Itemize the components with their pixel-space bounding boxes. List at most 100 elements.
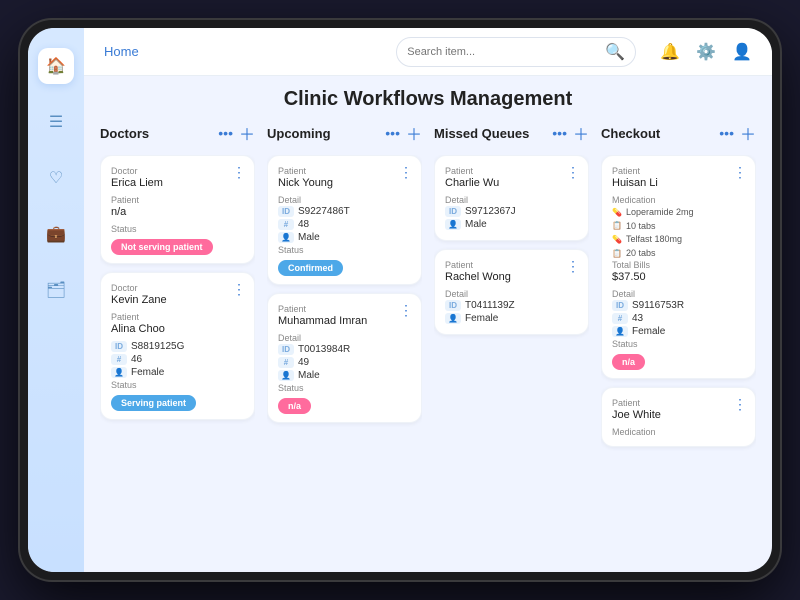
doctor-card-1: ⋮ Doctor Erica Liem Patient n/a Status N…: [100, 155, 255, 264]
chk1-med1-text: Loperamide 2mg: [626, 206, 694, 219]
doc2-doctor-name: Kevin Zane: [111, 294, 244, 306]
doc1-patient-name: n/a: [111, 206, 244, 218]
pill2-icon: 💊: [612, 235, 622, 244]
column-upcoming: Upcoming ••• ＋ ⋮ Patient Nick Young Deta…: [267, 119, 422, 560]
chk1-bills-value: $37.50: [612, 271, 745, 283]
tab2-icon: 📋: [612, 249, 622, 258]
bell-icon[interactable]: 🔔: [660, 42, 680, 62]
doc2-patient-label: Patient: [111, 312, 244, 322]
up1-gender-value: Male: [298, 232, 320, 243]
missed-card-1: ⋮ Patient Charlie Wu Detail ID S9712367J…: [434, 155, 589, 241]
sidebar-icon-heart[interactable]: ♡: [38, 160, 74, 196]
chk1-age-value: 43: [632, 313, 643, 324]
sidebar-icon-briefcase[interactable]: 💼: [38, 216, 74, 252]
mis1-patient-name: Charlie Wu: [445, 177, 578, 189]
mis1-detail-id: ID S9712367J: [445, 206, 578, 217]
search-icon: 🔍: [605, 42, 625, 62]
card-menu-doc1[interactable]: ⋮: [232, 164, 246, 181]
column-actions-doctors: ••• ＋: [218, 121, 255, 145]
up2-detail-id: ID T0013984R: [278, 344, 411, 355]
column-add-upcoming[interactable]: ＋: [406, 121, 422, 145]
up2-detail-label: Detail: [278, 333, 411, 343]
column-checkout: Checkout ••• ＋ ⋮ Patient Huisan Li Medic…: [601, 119, 756, 560]
mis2-detail-label: Detail: [445, 289, 578, 299]
id-icon-chk1: ID: [612, 300, 628, 311]
tablet-screen: 🏠 ☰ ♡ 💼 🗂 Home 🔍 🔔 ⚙️ 👤: [28, 28, 772, 572]
id-icon-mis1: ID: [445, 206, 461, 217]
sidebar-icon-home[interactable]: 🏠: [38, 48, 74, 84]
upcoming-card-1: ⋮ Patient Nick Young Detail ID S9227486T…: [267, 155, 422, 285]
chk1-detail-label: Detail: [612, 289, 745, 299]
mis2-gender-value: Female: [465, 313, 498, 324]
person-icon-mis2: 👤: [445, 313, 461, 324]
card-menu-chk2[interactable]: ⋮: [733, 396, 747, 413]
chk1-med-label: Medication: [612, 195, 745, 205]
missed-card-2: ⋮ Patient Rachel Wong Detail ID T0411139…: [434, 249, 589, 335]
chk1-med3: 💊 Telfast 180mg: [612, 233, 745, 246]
top-nav: Home 🔍 🔔 ⚙️ 👤: [84, 28, 772, 76]
column-add-doctors[interactable]: ＋: [239, 121, 255, 145]
chk1-med3-text: Telfast 180mg: [626, 233, 682, 246]
doc2-gender-value: Female: [131, 367, 164, 378]
column-menu-checkout[interactable]: •••: [719, 125, 734, 141]
up2-detail-age: # 49: [278, 357, 411, 368]
card-menu-doc2[interactable]: ⋮: [232, 281, 246, 298]
mis1-gender-value: Male: [465, 219, 487, 230]
mis2-patient-name: Rachel Wong: [445, 271, 578, 283]
column-missed: Missed Queues ••• ＋ ⋮ Patient Charlie Wu…: [434, 119, 589, 560]
chk2-med-label: Medication: [612, 427, 745, 437]
chk1-patient-label: Patient: [612, 166, 745, 176]
id-icon-mis2: ID: [445, 300, 461, 311]
card-menu-mis1[interactable]: ⋮: [566, 164, 580, 181]
mis2-patient-label: Patient: [445, 260, 578, 270]
doc2-id-value: S8819125G: [131, 341, 184, 352]
chk1-med2-text: 10 tabs: [626, 220, 656, 233]
column-menu-upcoming[interactable]: •••: [385, 125, 400, 141]
chk1-status-label: Status: [612, 339, 745, 349]
sidebar-icon-list[interactable]: ☰: [38, 104, 74, 140]
chk1-gender-value: Female: [632, 326, 665, 337]
chk1-med1: 💊 Loperamide 2mg: [612, 206, 745, 219]
chk2-patient-label: Patient: [612, 398, 745, 408]
card-menu-up2[interactable]: ⋮: [399, 302, 413, 319]
chk1-med4: 📋 20 tabs: [612, 247, 745, 260]
doc2-detail-gender: 👤 Female: [111, 367, 244, 378]
doc1-status-badge: Not serving patient: [111, 239, 213, 255]
up2-id-value: T0013984R: [298, 344, 350, 355]
user-icon[interactable]: 👤: [732, 42, 752, 62]
column-add-checkout[interactable]: ＋: [740, 121, 756, 145]
nav-home-link[interactable]: Home: [104, 44, 139, 59]
checkout-scroll: ⋮ Patient Huisan Li Medication 💊 Loperam…: [601, 155, 756, 560]
search-input[interactable]: [407, 46, 599, 58]
column-doctors: Doctors ••• ＋ ⋮ Doctor Erica Liem Patien…: [100, 119, 255, 560]
up1-detail-age: # 48: [278, 219, 411, 230]
card-menu-chk1[interactable]: ⋮: [733, 164, 747, 181]
gear-icon[interactable]: ⚙️: [696, 42, 716, 62]
column-add-missed[interactable]: ＋: [573, 121, 589, 145]
person-icon: 👤: [111, 367, 127, 378]
hash-icon-up2: #: [278, 357, 294, 368]
chk1-bills-label: Total Bills: [612, 260, 745, 270]
column-menu-doctors[interactable]: •••: [218, 125, 233, 141]
doc2-detail-age: # 46: [111, 354, 244, 365]
up2-status-badge: n/a: [278, 398, 311, 414]
columns-area: Doctors ••• ＋ ⋮ Doctor Erica Liem Patien…: [84, 119, 772, 572]
card-menu-mis2[interactable]: ⋮: [566, 258, 580, 275]
checkout-card-2: ⋮ Patient Joe White Medication: [601, 387, 756, 447]
column-header-checkout: Checkout ••• ＋: [601, 119, 756, 147]
hash-icon-chk1: #: [612, 313, 628, 324]
up1-patient-name: Nick Young: [278, 177, 411, 189]
mis2-id-value: T0411139Z: [465, 300, 515, 311]
hash-icon: #: [111, 354, 127, 365]
up2-patient-label: Patient: [278, 304, 411, 314]
doctors-scroll: ⋮ Doctor Erica Liem Patient n/a Status N…: [100, 155, 255, 560]
person-icon-mis1: 👤: [445, 219, 461, 230]
column-title-upcoming: Upcoming: [267, 126, 331, 141]
search-bar[interactable]: 🔍: [396, 37, 636, 67]
up1-status-label: Status: [278, 245, 411, 255]
column-menu-missed[interactable]: •••: [552, 125, 567, 141]
card-menu-up1[interactable]: ⋮: [399, 164, 413, 181]
sidebar-icon-folder[interactable]: 🗂: [38, 272, 74, 308]
up1-patient-label: Patient: [278, 166, 411, 176]
column-title-missed: Missed Queues: [434, 126, 529, 141]
